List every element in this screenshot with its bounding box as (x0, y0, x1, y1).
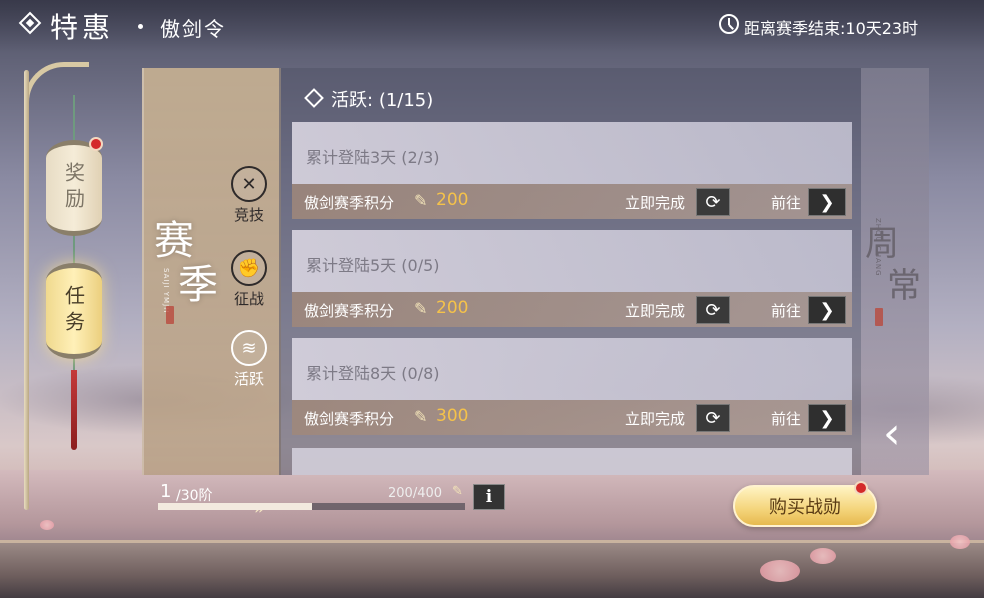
task-card: 累计登陆5天 (0/5) 傲剑赛季积分 ✎ 200 立即完成 ⟳ 前往 ❯ (292, 230, 852, 327)
timer-icon (719, 14, 739, 34)
season-category-panel: 赛 季 SAIJI YMJH ✕ 竞技 ✊ 征战 ≋ 活跃 » (142, 68, 281, 519)
xp-progress-text: 200/400 (388, 486, 443, 501)
season-countdown: 距离赛季结束:10天23时 (744, 19, 919, 38)
season-points-icon: ✎ (452, 484, 463, 499)
back-diamond-icon[interactable] (18, 11, 42, 35)
task-name: 累计登陆8天 (0/8) (306, 364, 440, 383)
blossom-decoration (40, 520, 54, 530)
refresh-icon: ⟳ (705, 407, 721, 429)
instant-complete-label: 立即完成 (625, 194, 686, 212)
reward-value: 300 (436, 406, 469, 426)
task-header: 累计登陆3天 (2/3) (292, 122, 852, 184)
chevron-right-icon: ❯ (819, 191, 835, 213)
task-reward-bar: 傲剑赛季积分 ✎ 200 立即完成 ⟳ 前往 ❯ (292, 292, 852, 327)
crossed-swords-icon: ✕ (231, 166, 267, 202)
category-arena[interactable]: ✕ 竞技 (226, 166, 272, 226)
buy-notification-dot (854, 481, 868, 495)
task-name: 累计登陆3天 (2/3) (306, 148, 440, 167)
reward-name: 傲剑赛季积分 (304, 194, 395, 212)
title-separator (138, 24, 143, 29)
instant-complete-label: 立即完成 (625, 302, 686, 320)
task-card: 累计登陆8天 (0/8) 傲剑赛季积分 ✎ 300 立即完成 ⟳ 前往 ❯ (292, 338, 852, 435)
goto-button[interactable]: ❯ (808, 404, 846, 432)
category-active-label: 活跃 (233, 370, 264, 388)
daily-seal (875, 308, 883, 326)
blossom-decoration (950, 535, 970, 549)
instant-complete-button[interactable]: ⟳ (696, 404, 730, 432)
current-tier: 1 (160, 481, 172, 502)
season-points-icon: ✎ (414, 191, 428, 210)
blossom-decoration (810, 548, 836, 564)
info-button[interactable]: i (473, 484, 505, 510)
category-campaign-label: 征战 (233, 290, 264, 308)
bird-icon: ≋ (231, 330, 267, 366)
goto-button[interactable]: ❯ (808, 296, 846, 324)
tab-rewards-label: 奖励 (61, 162, 86, 214)
instant-complete-button[interactable]: ⟳ (696, 296, 730, 324)
section-progress: (1/15) (378, 90, 434, 111)
reward-name: 傲剑赛季积分 (304, 410, 395, 428)
page-subtitle: 傲剑令 (160, 17, 226, 41)
instant-complete-button[interactable]: ⟳ (696, 188, 730, 216)
task-card-partial (292, 448, 852, 475)
lantern-pole-arm (24, 62, 89, 107)
tab-rewards[interactable]: 奖励 (46, 140, 102, 236)
section-title-label: 活跃: (331, 90, 374, 111)
season-seal (166, 306, 174, 324)
category-arena-label: 竞技 (233, 206, 264, 224)
task-header: 累计登陆5天 (0/5) (292, 230, 852, 292)
reward-value: 200 (436, 298, 469, 318)
reward-name: 傲剑赛季积分 (304, 302, 395, 320)
task-header: 累计登陆8天 (0/8) (292, 338, 852, 400)
category-campaign[interactable]: ✊ 征战 (226, 250, 272, 310)
reward-value: 200 (436, 190, 469, 210)
task-list-panel[interactable]: 活跃: (1/15) 累计登陆3天 (2/3) 傲剑赛季积分 ✎ 200 立即完… (279, 68, 861, 475)
chevron-right-icon: ❯ (819, 299, 835, 321)
tab-tasks-label: 任务 (61, 285, 86, 337)
blossom-decoration (760, 560, 800, 582)
tier-progress-fill (158, 503, 312, 510)
goto-label: 前往 (771, 410, 802, 428)
lantern-pole (24, 70, 29, 510)
section-title: 活跃: (1/15) (304, 86, 434, 112)
task-name: 累计登陆5天 (0/5) (306, 256, 440, 275)
info-icon: i (485, 487, 493, 507)
rewards-notification-dot (89, 137, 103, 151)
section-diamond-icon (304, 88, 324, 108)
lantern-tassel (71, 370, 77, 450)
goto-label: 前往 (771, 302, 802, 320)
boat-deck (0, 540, 984, 598)
chevron-right-icon: ❯ (819, 407, 835, 429)
total-tiers: /30阶 (176, 488, 213, 504)
refresh-icon: ⟳ (705, 299, 721, 321)
tier-progress-bar (158, 503, 465, 510)
daily-title-char-2: 常 (887, 266, 921, 306)
task-reward-bar: 傲剑赛季积分 ✎ 200 立即完成 ⟳ 前往 ❯ (292, 184, 852, 219)
task-card: 累计登陆3天 (2/3) 傲剑赛季积分 ✎ 200 立即完成 ⟳ 前往 ❯ (292, 122, 852, 219)
chevron-left-icon[interactable]: ‹ (883, 408, 901, 459)
buy-button-label: 购买战勋 (769, 497, 841, 518)
season-points-icon: ✎ (414, 407, 428, 426)
category-active[interactable]: ≋ 活跃 (226, 330, 272, 390)
goto-label: 前往 (771, 194, 802, 212)
refresh-icon: ⟳ (705, 191, 721, 213)
fist-icon: ✊ (231, 250, 267, 286)
season-title-char-2: 季 (178, 262, 218, 308)
goto-button[interactable]: ❯ (808, 188, 846, 216)
task-reward-bar: 傲剑赛季积分 ✎ 300 立即完成 ⟳ 前往 ❯ (292, 400, 852, 435)
page-title: 特惠 (50, 11, 115, 44)
top-bar: 特惠 傲剑令 距离赛季结束:10天23时 (0, 0, 984, 52)
season-points-icon: ✎ (414, 299, 428, 318)
tab-daily[interactable]: 周 常 ZHOU CHANG ‹ (861, 68, 929, 475)
tab-tasks[interactable]: 任务 (46, 263, 102, 359)
daily-pinyin: ZHOU CHANG (874, 218, 882, 277)
instant-complete-label: 立即完成 (625, 410, 686, 428)
